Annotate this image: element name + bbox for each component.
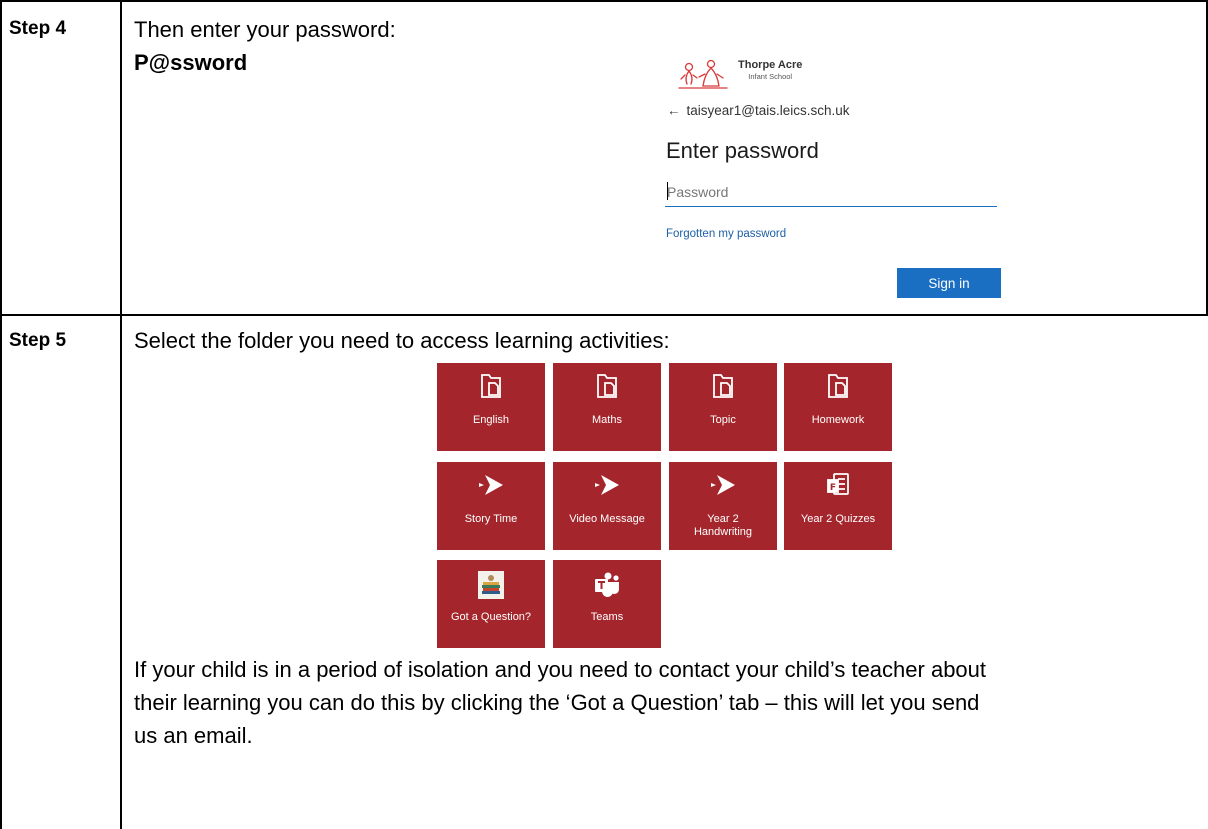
signin-screenshot: Thorpe Acre Infant School ← taisyear1@ta… <box>655 50 1015 305</box>
note-line-1: If your child is in a period of isolatio… <box>134 657 987 682</box>
tile-year-2-quizzes[interactable]: F Year 2 Quizzes <box>784 462 892 550</box>
table-row-divider <box>0 314 1208 316</box>
stream-play-icon <box>595 475 619 495</box>
tile-video-message[interactable]: Video Message <box>553 462 661 550</box>
tile-year-2-handwriting[interactable]: Year 2 Handwriting <box>669 462 777 550</box>
folder-icon <box>597 374 617 398</box>
tile-label: Video Message <box>569 513 645 525</box>
folder-icon <box>828 374 848 398</box>
table-column-divider <box>120 0 122 829</box>
school-logo-icon <box>678 59 728 89</box>
stream-play-icon <box>479 475 503 495</box>
school-name-title: Thorpe Acre <box>738 59 803 71</box>
password-input[interactable] <box>665 178 997 207</box>
folder-icon <box>713 374 733 398</box>
table-top-border <box>0 0 1208 2</box>
text-caret <box>667 182 668 200</box>
tile-label: Got a Question? <box>450 611 532 623</box>
back-to-email[interactable]: ← taisyear1@tais.leics.sch.uk <box>667 103 850 118</box>
forgot-password-link[interactable]: Forgotten my password <box>666 228 786 240</box>
note-line-3: us an email. <box>134 723 253 748</box>
teams-icon <box>595 572 619 597</box>
tile-teams[interactable]: Teams <box>553 560 661 648</box>
tile-label: Story Time <box>464 513 518 525</box>
account-email: taisyear1@tais.leics.sch.uk <box>686 103 850 118</box>
question-image-icon <box>478 571 504 599</box>
stream-play-icon <box>711 475 735 495</box>
tile-maths[interactable]: Maths <box>553 363 661 451</box>
tile-got-a-question[interactable]: Got a Question? <box>437 560 545 648</box>
note-line-2: their learning you can do this by clicki… <box>134 690 980 715</box>
forms-icon: F <box>827 473 849 495</box>
back-arrow-icon: ← <box>667 103 681 118</box>
tile-topic[interactable]: Topic <box>669 363 777 451</box>
tile-story-time[interactable]: Story Time <box>437 462 545 550</box>
enter-password-title: Enter password <box>666 138 819 163</box>
sign-in-button[interactable]: Sign in <box>897 268 1001 298</box>
svg-text:F: F <box>830 483 836 493</box>
tile-label: Year 2 Handwriting <box>693 513 753 538</box>
tile-label: Maths <box>592 414 622 426</box>
step-5-label: Step 5 <box>9 330 67 351</box>
step-4-label: Step 4 <box>9 18 67 39</box>
tile-label: Teams <box>590 611 624 623</box>
tile-label: Year 2 Quizzes <box>800 513 876 525</box>
tile-english[interactable]: English <box>437 363 545 451</box>
tile-homework[interactable]: Homework <box>784 363 892 451</box>
table-left-border <box>0 0 2 829</box>
tile-label: Homework <box>811 414 865 426</box>
step-4-instruction: Then enter your password: <box>134 17 396 42</box>
school-name-subtitle: Infant School <box>748 72 793 81</box>
school-name: Thorpe Acre Infant School <box>738 60 802 82</box>
folder-icon <box>481 374 501 398</box>
step-5-instruction: Select the folder you need to access lea… <box>134 328 670 353</box>
school-logo: Thorpe Acre Infant School <box>677 57 877 89</box>
step-4-password-value: P@ssword <box>134 50 248 75</box>
tile-label: Topic <box>710 414 736 426</box>
tile-label: English <box>472 414 510 426</box>
